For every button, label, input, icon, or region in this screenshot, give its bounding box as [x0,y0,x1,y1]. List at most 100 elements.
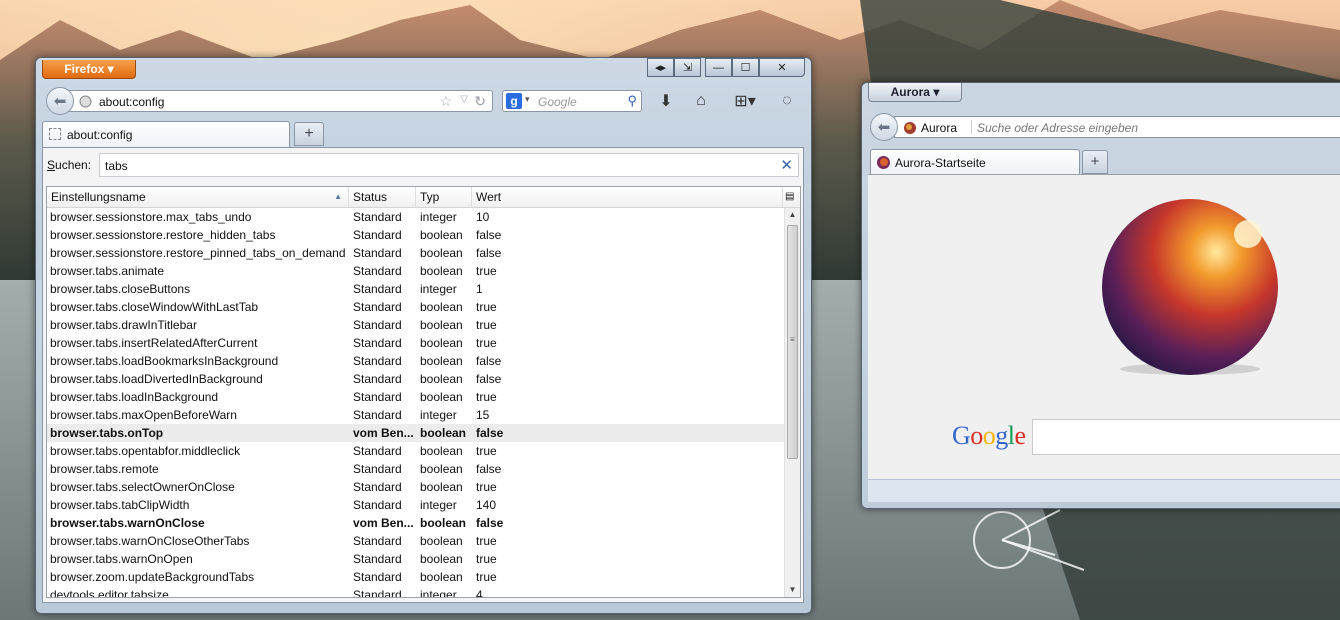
google-logo-letter: l [1007,421,1015,450]
firefox-menu-button[interactable]: Firefox ▾ [42,60,136,79]
pref-name: browser.tabs.loadInBackground [50,390,219,404]
history-dropdown-icon[interactable]: ▽ [460,94,468,105]
aurora-globe-logo [1102,199,1278,375]
pref-name: browser.tabs.closeWindowWithLastTab [50,300,259,314]
search-icon[interactable]: ⚲ [627,93,637,109]
google-engine-icon[interactable]: g [506,93,522,109]
exit-fullscreen-icon[interactable]: ⇲ [674,58,701,77]
pref-status: Standard [353,444,402,458]
aurora-menu-button[interactable]: Aurora ▾ [868,83,962,102]
pref-status: Standard [353,372,402,386]
table-row[interactable]: browser.tabs.tabClipWidth Standard integer… [47,496,784,514]
minimize-button[interactable]: — [705,58,732,77]
pref-value: false [476,228,502,242]
about-config-page: Suchen: tabs ✕ Einstellungsname ▲ Status … [42,147,804,603]
url-bar[interactable]: about:config ☆ ▽ ↻ [68,90,493,112]
window-caption-buttons: ◂▸ ⇲ — ☐ ✕ [647,58,805,78]
column-picker-icon[interactable]: ▤ [783,187,800,207]
resize-arrows-icon[interactable]: ◂▸ [647,58,674,77]
scrollbar-thumb[interactable]: ≡ [787,225,798,459]
table-row[interactable]: browser.tabs.maxOpenBeforeWarn Standard in… [47,406,784,424]
pref-name: devtools.editor.tabsize [50,588,169,598]
table-row[interactable]: browser.tabs.onTop vom Ben... boolean false [47,424,784,442]
column-header-name[interactable]: Einstellungsname ▲ [47,187,349,207]
table-row[interactable]: browser.tabs.closeWindowWithLastTab Stand… [47,298,784,316]
table-row[interactable]: browser.tabs.loadBookmarksInBackground St… [47,352,784,370]
table-row[interactable]: browser.tabs.drawInTitlebar Standard boole… [47,316,784,334]
google-search-input[interactable] [1032,419,1340,455]
download-icon[interactable]: ⬇ [654,89,678,113]
pref-value: true [476,444,497,458]
pref-name: browser.sessionstore.restore_pinned_tabs… [50,246,346,260]
sync-icon[interactable]: ◌ [775,89,799,113]
scroll-up-arrow-icon[interactable]: ▲ [785,208,800,222]
preferences-table: Einstellungsname ▲ Status Typ Wert ▤ brow… [46,186,801,598]
pref-value: true [476,390,497,404]
column-header-status[interactable]: Status [349,187,416,207]
search-bar[interactable]: g ▾ Google ⚲ [502,90,642,112]
pref-name: browser.sessionstore.max_tabs_undo [50,210,252,224]
table-row[interactable]: browser.tabs.warnOnCloseOtherTabs Standar… [47,532,784,550]
pref-value: true [476,534,497,548]
pref-type: boolean [420,534,463,548]
bookmarks-menu-icon[interactable]: ⊞▾ [728,89,762,113]
pref-value: true [476,264,497,278]
aurora-back-button[interactable]: ⬅ [870,113,898,141]
tab-aurora-startseite[interactable]: Aurora-Startseite [870,149,1080,174]
column-header-typ[interactable]: Typ [416,187,472,207]
tab-about-config[interactable]: about:config [42,121,290,147]
table-row[interactable]: browser.tabs.animate Standard boolean true [47,262,784,280]
table-row[interactable]: browser.tabs.selectOwnerOnClose Standard b… [47,478,784,496]
pref-status: Standard [353,300,402,314]
table-row[interactable]: browser.tabs.loadInBackground Standard boo… [47,388,784,406]
pref-value: false [476,246,502,260]
filter-input[interactable]: tabs ✕ [99,153,799,177]
vertical-scrollbar[interactable]: ▲ ≡ ▼ [784,208,800,597]
pref-status: Standard [353,390,402,404]
pref-type: integer [420,210,457,224]
table-row[interactable]: browser.sessionstore.restore_hidden_tabs… [47,226,784,244]
scroll-down-arrow-icon[interactable]: ▼ [785,583,800,597]
pref-type: integer [420,282,457,296]
engine-dropdown-icon[interactable]: ▾ [525,94,530,105]
table-row[interactable]: browser.tabs.closeButtons Standard integer… [47,280,784,298]
pref-value: 4 [476,588,483,598]
pref-value: 15 [476,408,490,422]
google-logo-letter: G [952,421,971,450]
pref-name: browser.tabs.animate [50,264,165,278]
column-header-wert[interactable]: Wert [472,187,783,207]
table-row[interactable]: browser.tabs.warnOnOpen Standard boolean tr… [47,550,784,568]
clear-filter-icon[interactable]: ✕ [780,156,793,174]
table-row[interactable]: browser.sessionstore.max_tabs_undo Standa… [47,208,784,226]
aurora-url-bar[interactable]: Aurora Suche oder Adresse eingeben [894,116,1340,138]
pref-value: true [476,480,497,494]
home-icon[interactable]: ⌂ [689,89,713,113]
table-row[interactable]: browser.zoom.updateBackgroundTabs Standar… [47,568,784,586]
new-tab-button[interactable]: + [294,122,324,146]
table-row[interactable]: browser.tabs.remote Standard boolean false [47,460,784,478]
table-row[interactable]: browser.tabs.insertRelatedAfterCurrent St… [47,334,784,352]
table-row[interactable]: devtools.editor.tabsize Standard integer 4 [47,586,784,598]
pref-name: browser.sessionstore.restore_hidden_tabs [50,228,276,242]
pref-name: browser.tabs.warnOnCloseOtherTabs [50,534,250,548]
aurora-new-tab-button[interactable]: + [1082,150,1108,174]
close-button[interactable]: ✕ [759,58,805,77]
pref-type: boolean [420,444,463,458]
table-row[interactable]: browser.tabs.opentabfor.middleclick Stand… [47,442,784,460]
reload-icon[interactable]: ↻ [474,93,486,110]
pref-status: Standard [353,336,402,350]
pref-type: boolean [420,300,463,314]
pref-type: boolean [420,264,463,278]
pref-status: Standard [353,498,402,512]
google-logo-letter: e [1014,421,1027,450]
pref-type: boolean [420,318,463,332]
maximize-button[interactable]: ☐ [732,58,759,77]
table-row[interactable]: browser.sessionstore.restore_pinned_tabs… [47,244,784,262]
bookmark-star-icon[interactable]: ☆ [439,93,452,110]
table-row[interactable]: browser.tabs.warnOnClose vom Ben... boolea… [47,514,784,532]
pref-type: integer [420,408,457,422]
table-row[interactable]: browser.tabs.loadDivertedInBackground Sta… [47,370,784,388]
back-button[interactable]: ⬅ [46,87,74,115]
pref-type: boolean [420,390,463,404]
pref-status: Standard [353,408,402,422]
